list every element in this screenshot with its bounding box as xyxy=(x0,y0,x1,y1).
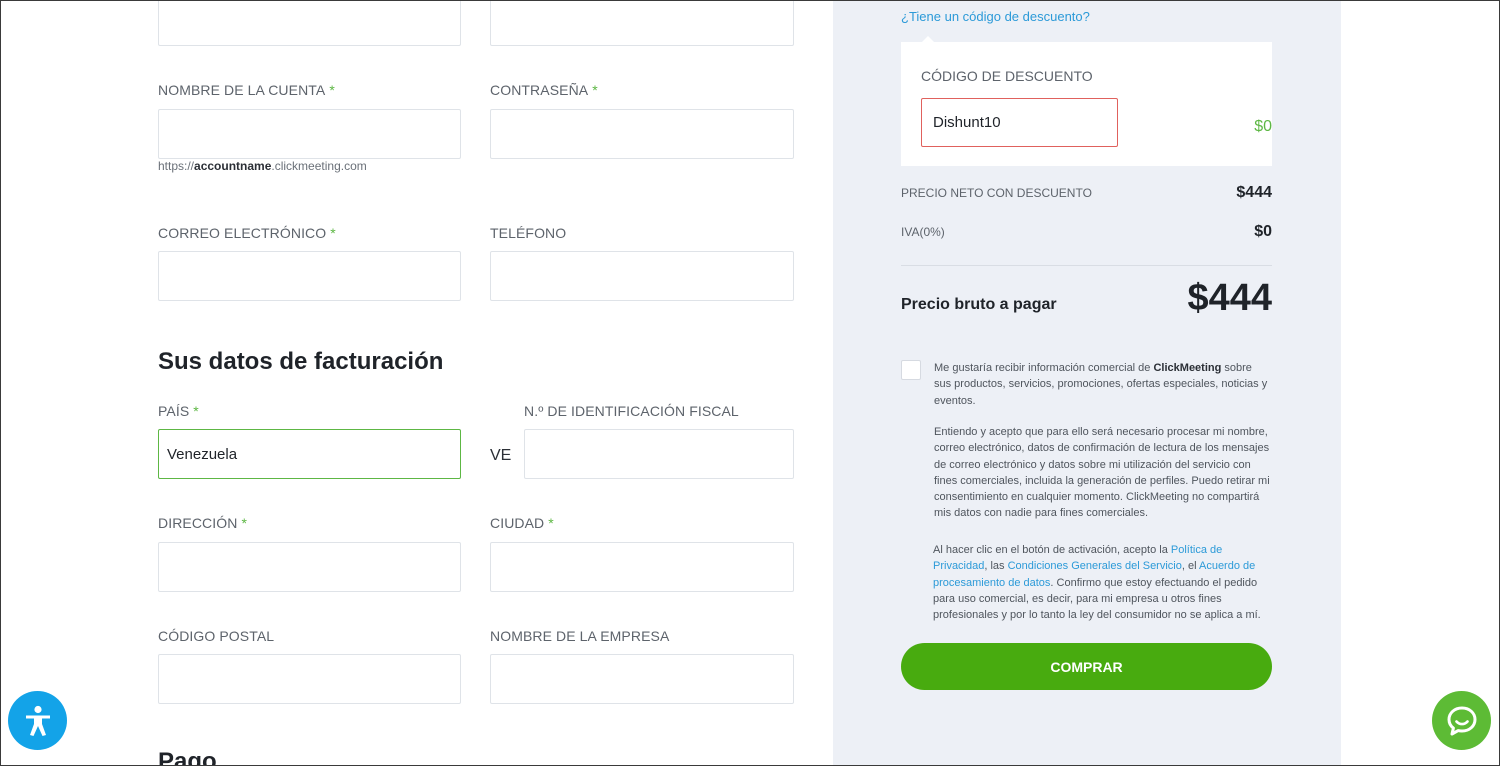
top-left-input[interactable] xyxy=(158,0,461,46)
email-label: CORREO ELECTRÓNICO * xyxy=(158,225,336,241)
net-price-value: $444 xyxy=(1236,184,1272,201)
billing-section-title: Sus datos de facturación xyxy=(158,348,444,375)
password-label: CONTRASEÑA * xyxy=(490,82,598,98)
address-label: DIRECCIÓN * xyxy=(158,515,248,531)
terms-of-service-link[interactable]: Condiciones Generales del Servicio xyxy=(1008,560,1182,572)
total-price-value: $444 xyxy=(1187,277,1272,319)
tax-id-label: N.º DE IDENTIFICACIÓN FISCAL xyxy=(524,403,739,419)
tax-country-prefix: VE xyxy=(490,447,512,464)
address-input[interactable] xyxy=(158,542,461,592)
terms-text: Al hacer clic en el botón de activación,… xyxy=(933,544,1261,622)
marketing-consent-checkbox[interactable] xyxy=(901,360,921,380)
net-price-label: PRECIO NETO CON DESCUENTO xyxy=(901,186,1092,200)
discount-code-label: CÓDIGO DE DESCUENTO xyxy=(921,68,1093,84)
chat-icon xyxy=(1447,706,1476,735)
country-input[interactable] xyxy=(158,429,461,479)
password-input[interactable] xyxy=(490,109,794,159)
discount-code-link[interactable]: ¿Tiene un código de descuento? xyxy=(901,9,1090,24)
account-url-hint: https://accountname.clickmeeting.com xyxy=(158,159,367,173)
discount-amount: $0 xyxy=(1254,118,1272,135)
phone-label: TELÉFONO xyxy=(490,225,567,241)
company-name-label: NOMBRE DE LA EMPRESA xyxy=(490,628,670,644)
vat-label: IVA(0%) xyxy=(901,225,945,239)
postal-code-input[interactable] xyxy=(158,654,461,704)
total-price-label: Precio bruto a pagar xyxy=(901,296,1057,313)
summary-divider xyxy=(901,265,1272,266)
phone-input[interactable] xyxy=(490,251,794,301)
company-name-input[interactable] xyxy=(490,654,794,704)
city-label: CIUDAD * xyxy=(490,515,554,531)
discount-code-input[interactable] xyxy=(921,98,1118,147)
tax-id-input[interactable] xyxy=(524,429,794,479)
payment-section-title: Pago xyxy=(158,748,217,766)
vat-value: $0 xyxy=(1254,223,1272,240)
buy-button[interactable]: COMPRAR xyxy=(901,643,1272,690)
marketing-consent-text: Me gustaría recibir información comercia… xyxy=(934,362,1268,407)
postal-code-label: CÓDIGO POSTAL xyxy=(158,628,275,644)
accessibility-button[interactable] xyxy=(8,691,67,750)
email-input[interactable] xyxy=(158,251,461,301)
accessibility-icon xyxy=(25,705,50,736)
city-input[interactable] xyxy=(490,542,794,592)
country-label: PAÍS * xyxy=(158,403,199,419)
top-right-input[interactable] xyxy=(490,0,794,46)
data-processing-consent-text: Entiendo y acepto que para ello será nec… xyxy=(934,426,1270,520)
account-name-input[interactable] xyxy=(158,109,461,159)
account-name-label: NOMBRE DE LA CUENTA * xyxy=(158,82,335,98)
chat-button[interactable] xyxy=(1432,691,1491,750)
